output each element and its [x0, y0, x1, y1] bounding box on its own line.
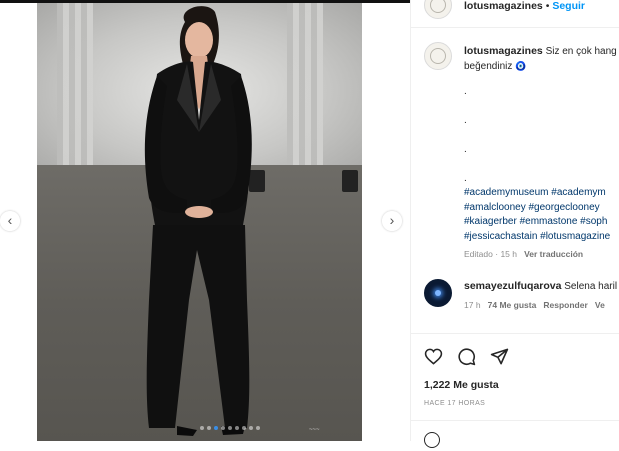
caption-username[interactable]: lotusmagazines [464, 45, 543, 57]
bottom-divider [410, 420, 619, 421]
edited-label: Editado [464, 249, 493, 259]
comment-icon[interactable] [457, 347, 476, 366]
commenter-avatar[interactable] [424, 279, 452, 307]
photo-watermark: ~~~ [309, 427, 320, 433]
caption-dot-line: . [464, 173, 467, 184]
actions-divider [410, 333, 619, 334]
commenter-avatar-glow [435, 290, 441, 296]
caption-dot-line: . [464, 144, 467, 155]
post-timestamp: HACE 17 HORAS [424, 400, 486, 407]
carousel-dot [200, 426, 204, 430]
see-more-button[interactable]: Ve [595, 300, 605, 310]
carousel-dot [235, 426, 239, 430]
comment-body: Selena haril [564, 281, 618, 292]
post-photo[interactable]: ~~~ [37, 0, 362, 441]
next-slide-button[interactable]: › [382, 211, 402, 231]
carousel-dot [249, 426, 253, 430]
caption-line1: Siz en çok hang [545, 46, 617, 57]
carousel-dot [207, 426, 211, 430]
top-edge-bar [0, 0, 410, 3]
carousel-dot [256, 426, 260, 430]
caption-dot-line: . [464, 115, 467, 126]
hashtag-line[interactable]: #jessicachastain #lotusmagazine [464, 230, 619, 245]
caption-dot-line: . [464, 86, 467, 97]
media-panel: ~~~ ‹ › [0, 0, 410, 441]
caption-age: 15 h [500, 249, 517, 259]
comment-likes[interactable]: 74 Me gusta [488, 300, 537, 310]
commenter-username[interactable]: semayezulfuqarova [464, 280, 561, 292]
caption-text: lotusmagazines Siz en çok hang beğendini… [464, 44, 619, 74]
carousel-dot [228, 426, 232, 430]
caption-line2: beğendiniz [464, 61, 513, 72]
share-icon[interactable] [490, 347, 509, 366]
person-in-black-suit-figure [144, 6, 252, 436]
comment-age: 17 h [464, 300, 481, 310]
like-count[interactable]: 1,222 Me gusta [424, 379, 499, 391]
emoji-icon[interactable] [424, 432, 440, 448]
post-author-username[interactable]: lotusmagazines [464, 0, 543, 12]
hashtag-line[interactable]: #academymuseum #academym [464, 186, 619, 201]
post-actions [424, 347, 509, 366]
meta-separator: · [495, 249, 499, 259]
follow-separator: • [545, 0, 550, 12]
caption-author-avatar[interactable] [424, 42, 452, 70]
reply-button[interactable]: Responder [543, 300, 587, 310]
carousel-dot [221, 426, 225, 430]
carousel-dot [242, 426, 246, 430]
hashtag-line[interactable]: #amalclooney #georgeclooney [464, 201, 619, 216]
add-comment-row[interactable] [424, 432, 440, 451]
caption-meta: Editado · 15 h Ver traducción [464, 249, 583, 259]
previous-slide-button[interactable]: ‹ [0, 211, 20, 231]
caption-hashtags: #academymuseum #academym #amalclooney #g… [464, 186, 619, 244]
comment-text: semayezulfuqarova Selena haril [464, 280, 617, 292]
carousel-dots [200, 426, 260, 432]
post-header: lotusmagazines • Seguir [464, 0, 585, 12]
heart-icon[interactable] [424, 347, 443, 366]
header-divider [410, 27, 619, 28]
follow-button[interactable]: Seguir [552, 0, 585, 12]
hashtag-line[interactable]: #kaiagerber #emmastone #soph [464, 215, 619, 230]
see-translation-button[interactable]: Ver traducción [524, 249, 583, 259]
comment-meta: 17 h 74 Me gusta Responder Ve [464, 300, 605, 310]
carousel-dot [214, 426, 218, 430]
evil-eye-emoji-icon: 🧿 [515, 61, 527, 71]
